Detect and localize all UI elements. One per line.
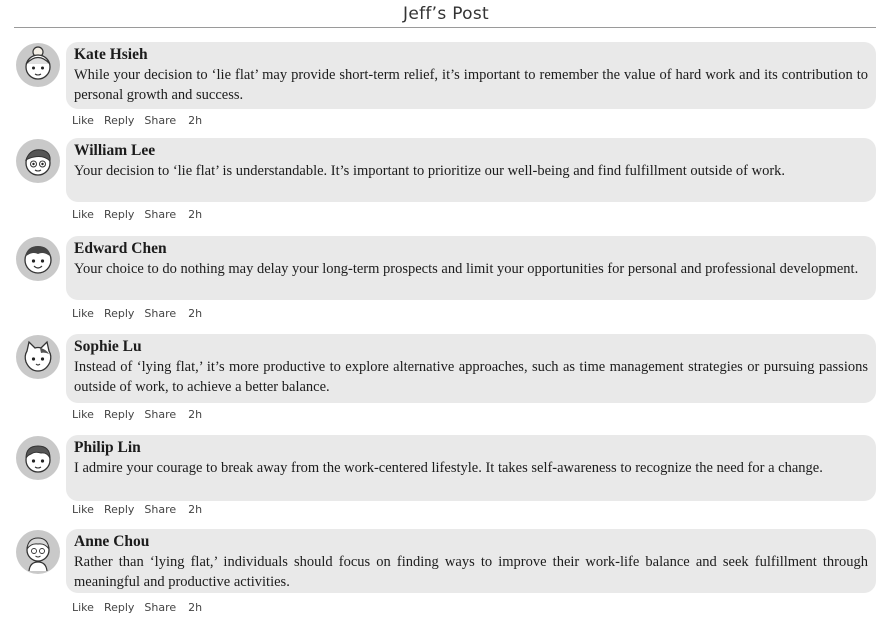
comment-actions: Like Reply Share 2h — [72, 601, 212, 614]
smiling-boy-icon — [24, 246, 52, 274]
comment-bubble: Philip Lin I admire your courage to brea… — [66, 435, 876, 501]
comment-actions: Like Reply Share 2h — [72, 408, 212, 421]
avatar[interactable] — [16, 530, 60, 574]
like-button[interactable]: Like — [72, 114, 94, 127]
comment-actions: Like Reply Share 2h — [72, 114, 212, 127]
comment-bubble: Kate Hsieh While your decision to ‘lie f… — [66, 42, 876, 109]
comment-bubble: William Lee Your decision to ‘lie flat’ … — [66, 138, 876, 202]
comment-actions: Like Reply Share 2h — [72, 208, 212, 221]
comment-actions: Like Reply Share 2h — [72, 503, 212, 516]
avatar[interactable] — [16, 139, 60, 183]
post-title: Jeff’s Post — [403, 4, 489, 24]
comment-text: Rather than ‘lying flat,’ individuals sh… — [74, 554, 868, 590]
girl-with-bun-icon — [25, 46, 51, 80]
share-button[interactable]: Share — [144, 114, 176, 127]
avatar[interactable] — [16, 237, 60, 281]
comment-text: Your decision to ‘lie flat’ is understan… — [74, 163, 786, 179]
share-button[interactable]: Share — [144, 601, 176, 614]
comment-bubble: Anne Chou Rather than ‘lying flat,’ indi… — [66, 529, 876, 593]
reply-button[interactable]: Reply — [104, 503, 134, 516]
commenter-name[interactable]: Philip Lin — [74, 438, 868, 458]
title-divider — [14, 27, 876, 28]
avatar[interactable] — [16, 335, 60, 379]
share-button[interactable]: Share — [144, 503, 176, 516]
commenter-name[interactable]: William Lee — [74, 141, 868, 161]
comment-bubble: Edward Chen Your choice to do nothing ma… — [66, 236, 876, 300]
share-button[interactable]: Share — [144, 208, 176, 221]
comment-text: Your choice to do nothing may delay your… — [74, 261, 859, 277]
avatar[interactable] — [16, 43, 60, 87]
reply-button[interactable]: Reply — [104, 408, 134, 421]
like-button[interactable]: Like — [72, 208, 94, 221]
commenter-name[interactable]: Anne Chou — [74, 532, 868, 552]
comment-actions: Like Reply Share 2h — [72, 307, 212, 320]
comment-timestamp: 2h — [188, 307, 203, 320]
comment-timestamp: 2h — [188, 503, 203, 516]
comment-timestamp: 2h — [188, 114, 203, 127]
avatar[interactable] — [16, 436, 60, 480]
boy-icon — [25, 445, 51, 473]
comment-bubble: Sophie Lu Instead of ‘lying flat,’ it’s … — [66, 334, 876, 403]
comment-text: While your decision to ‘lie flat’ may pr… — [74, 67, 868, 103]
reply-button[interactable]: Reply — [104, 307, 134, 320]
comment-timestamp: 2h — [188, 601, 203, 614]
reply-button[interactable]: Reply — [104, 601, 134, 614]
elderly-woman-icon — [26, 537, 50, 571]
reply-button[interactable]: Reply — [104, 114, 134, 127]
commenter-name[interactable]: Kate Hsieh — [74, 45, 868, 65]
comment-timestamp: 2h — [188, 408, 203, 421]
share-button[interactable]: Share — [144, 408, 176, 421]
like-button[interactable]: Like — [72, 601, 94, 614]
comment-timestamp: 2h — [188, 208, 203, 221]
share-button[interactable]: Share — [144, 307, 176, 320]
commenter-name[interactable]: Edward Chen — [74, 239, 868, 259]
comment-text: Instead of ‘lying flat,’ it’s more produ… — [74, 359, 868, 395]
like-button[interactable]: Like — [72, 408, 94, 421]
reply-button[interactable]: Reply — [104, 208, 134, 221]
like-button[interactable]: Like — [72, 503, 94, 516]
boy-with-glasses-icon — [25, 149, 51, 176]
cat-face-icon — [24, 340, 52, 372]
like-button[interactable]: Like — [72, 307, 94, 320]
comment-text: I admire your courage to break away from… — [74, 460, 823, 476]
commenter-name[interactable]: Sophie Lu — [74, 337, 868, 357]
